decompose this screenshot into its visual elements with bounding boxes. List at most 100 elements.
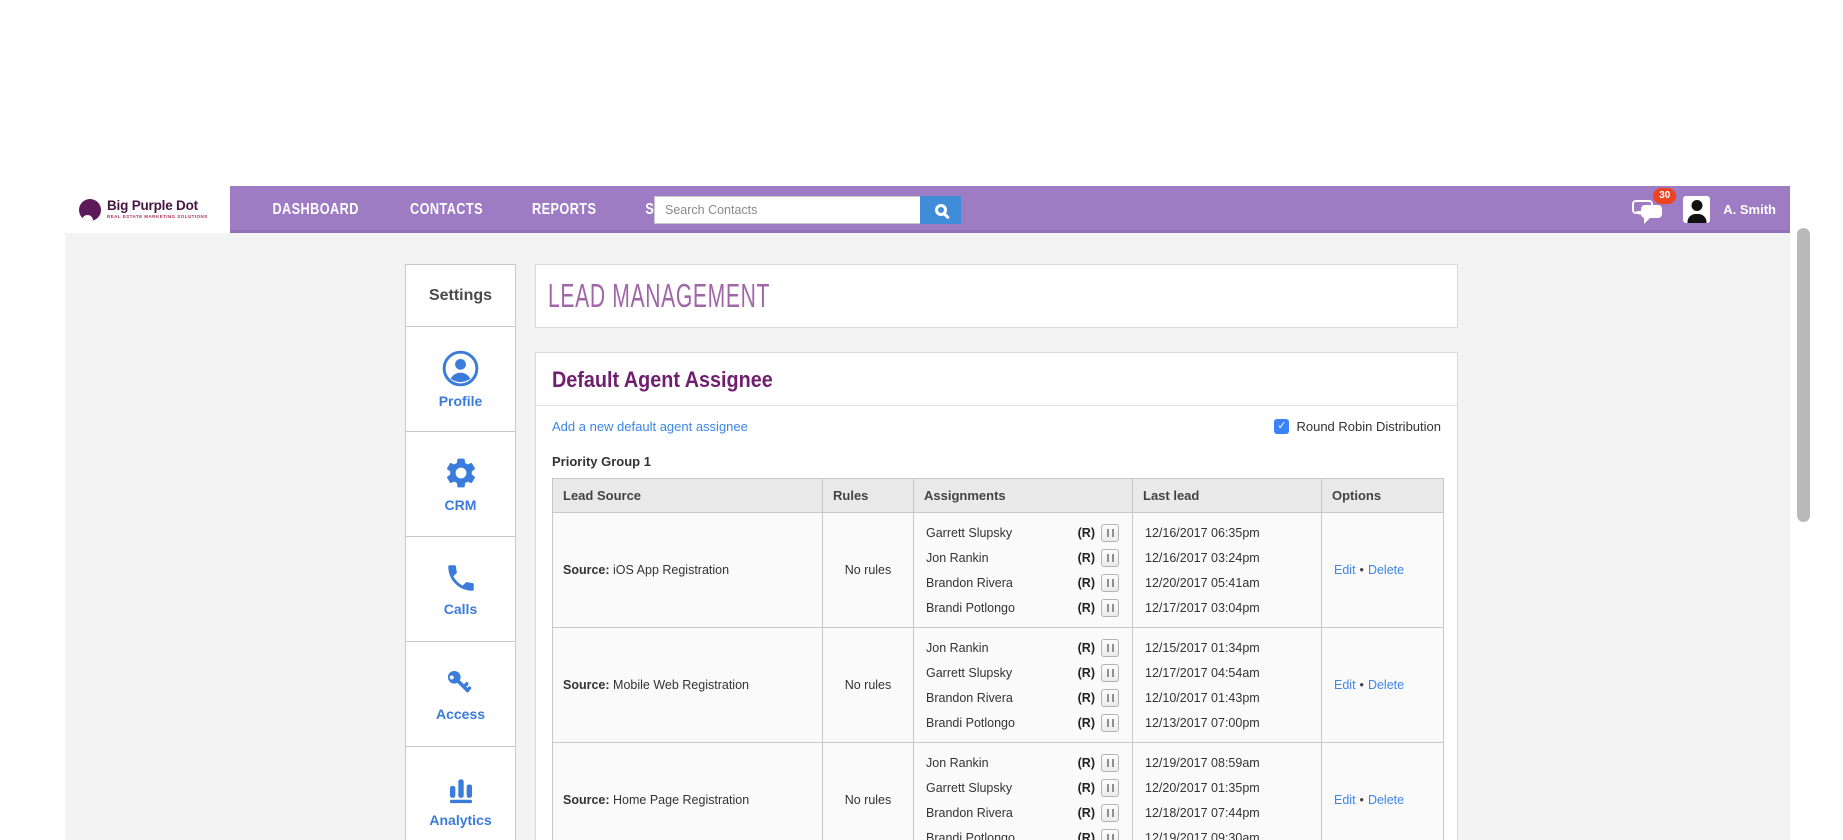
assignment-line: Garrett Slupsky (R) — [914, 520, 1132, 545]
settings-sidebar: Settings Profile CRM — [405, 264, 516, 840]
brand-logo[interactable]: Big Purple Dot REAL ESTATE MARKETING SOL… — [65, 186, 230, 233]
table-header-row: Lead Source Rules Assignments Last lead … — [553, 479, 1444, 513]
sidebar-item-crm[interactable]: CRM — [406, 432, 515, 537]
col-lead-source: Lead Source — [553, 479, 823, 513]
rules-cell: No rules — [823, 743, 914, 840]
app-window: Big Purple Dot REAL ESTATE MARKETING SOL… — [65, 186, 1790, 840]
sidebar-item-analytics[interactable]: Analytics — [406, 747, 515, 840]
pause-button[interactable] — [1101, 639, 1119, 657]
brand-dot-icon — [79, 199, 101, 221]
assignment-line: Jon Rankin (R) — [914, 635, 1132, 660]
source-cell: Source: iOS App Registration — [553, 513, 823, 628]
col-options: Options — [1322, 479, 1444, 513]
source-cell: Source: Mobile Web Registration — [553, 628, 823, 743]
pause-icon — [1107, 644, 1114, 652]
scrollbar-thumb[interactable] — [1797, 228, 1810, 522]
assignment-line: Brandon Rivera (R) — [914, 800, 1132, 825]
pause-icon — [1107, 834, 1114, 840]
nav-contacts[interactable]: CONTACTS — [385, 186, 508, 233]
assignment-line: Brandi Potlongo (R) — [914, 595, 1132, 620]
search-button[interactable] — [920, 196, 961, 224]
sidebar-item-calls[interactable]: Calls — [406, 537, 515, 642]
pause-icon — [1107, 809, 1114, 817]
round-robin-label: Round Robin Distribution — [1296, 419, 1441, 434]
pause-button[interactable] — [1101, 574, 1119, 592]
user-silhouette-icon — [1691, 200, 1702, 211]
assignment-line: Brandon Rivera (R) — [914, 570, 1132, 595]
pause-button[interactable] — [1101, 804, 1119, 822]
table-row: Source: Home Page Registration No rules … — [553, 743, 1444, 840]
user-name[interactable]: A. Smith — [1723, 202, 1776, 217]
delete-link[interactable]: Delete — [1368, 793, 1404, 807]
col-last-lead: Last lead — [1133, 479, 1322, 513]
pause-button[interactable] — [1101, 689, 1119, 707]
pause-button[interactable] — [1101, 599, 1119, 617]
edit-link[interactable]: Edit — [1334, 793, 1356, 807]
pause-button[interactable] — [1101, 549, 1119, 567]
sidebar-item-access[interactable]: Access — [406, 642, 515, 747]
brand-text: Big Purple Dot REAL ESTATE MARKETING SOL… — [107, 199, 208, 219]
assignment-line: Brandi Potlongo (R) — [914, 710, 1132, 735]
search-icon — [935, 204, 947, 216]
options-cell: Edit•Delete — [1322, 628, 1444, 743]
actions-row: Add a new default agent assignee Round R… — [552, 419, 1441, 434]
last-lead-cell: 12/19/2017 08:59am 12/20/2017 01:35pm 12… — [1133, 743, 1322, 840]
last-lead-cell: 12/16/2017 06:35pm 12/16/2017 03:24pm 12… — [1133, 513, 1322, 628]
assignment-line: Jon Rankin (R) — [914, 545, 1132, 570]
nav-dashboard[interactable]: DASHBOARD — [246, 186, 385, 233]
notification-badge: 30 — [1653, 188, 1676, 204]
nav-reports[interactable]: REPORTS — [508, 186, 620, 233]
pause-icon — [1107, 759, 1114, 767]
assignment-line: Brandi Potlongo (R) — [914, 825, 1132, 840]
assignment-line: Jon Rankin (R) — [914, 750, 1132, 775]
avatar[interactable] — [1683, 196, 1710, 223]
round-robin-checkbox[interactable] — [1274, 419, 1289, 434]
assignee-table: Lead Source Rules Assignments Last lead … — [552, 478, 1444, 840]
pause-icon — [1107, 604, 1114, 612]
sidebar-title: Settings — [406, 265, 515, 327]
priority-group-title: Priority Group 1 — [552, 454, 1441, 469]
brand-name: Big Purple Dot — [107, 199, 208, 213]
last-lead-cell: 12/15/2017 01:34pm 12/17/2017 04:54am 12… — [1133, 628, 1322, 743]
pause-icon — [1107, 669, 1114, 677]
assignments-cell: Jon Rankin (R) Garrett Slupsky (R) Brand… — [914, 743, 1133, 840]
source-cell: Source: Home Page Registration — [553, 743, 823, 840]
gear-icon — [443, 455, 479, 491]
pause-button[interactable] — [1101, 714, 1119, 732]
search-bar — [654, 196, 961, 224]
pause-icon — [1107, 694, 1114, 702]
notifications-button[interactable]: 30 — [1632, 195, 1670, 225]
delete-link[interactable]: Delete — [1368, 563, 1404, 577]
assignment-line: Garrett Slupsky (R) — [914, 660, 1132, 685]
sidebar-item-profile[interactable]: Profile — [406, 327, 515, 432]
brand-tagline: REAL ESTATE MARKETING SOLUTIONS — [107, 215, 208, 220]
pause-button[interactable] — [1101, 664, 1119, 682]
main-content: LEAD MANAGEMENT Default Agent Assignee A… — [535, 264, 1458, 840]
section-header: Default Agent Assignee — [536, 353, 1457, 406]
pause-icon — [1107, 579, 1114, 587]
phone-icon — [444, 561, 478, 595]
section-title: Default Agent Assignee — [552, 367, 773, 393]
assignment-line: Brandon Rivera (R) — [914, 685, 1132, 710]
assignment-line: Garrett Slupsky (R) — [914, 775, 1132, 800]
round-robin-control: Round Robin Distribution — [1274, 419, 1441, 434]
pause-icon — [1107, 529, 1114, 537]
col-assignments: Assignments — [914, 479, 1133, 513]
pause-icon — [1107, 554, 1114, 562]
search-input[interactable] — [654, 196, 920, 224]
add-assignee-link[interactable]: Add a new default agent assignee — [552, 419, 748, 434]
pause-button[interactable] — [1101, 524, 1119, 542]
options-cell: Edit•Delete — [1322, 743, 1444, 840]
person-icon — [442, 350, 479, 387]
default-agent-assignee-card: Default Agent Assignee Add a new default… — [535, 352, 1458, 840]
delete-link[interactable]: Delete — [1368, 678, 1404, 692]
edit-link[interactable]: Edit — [1334, 678, 1356, 692]
table-row: Source: Mobile Web Registration No rules… — [553, 628, 1444, 743]
edit-link[interactable]: Edit — [1334, 563, 1356, 577]
pause-button[interactable] — [1101, 779, 1119, 797]
pause-button[interactable] — [1101, 829, 1119, 840]
page: Big Purple Dot REAL ESTATE MARKETING SOL… — [0, 0, 1843, 840]
pause-button[interactable] — [1101, 754, 1119, 772]
page-title: LEAD MANAGEMENT — [548, 277, 770, 315]
bar-chart-icon — [444, 772, 478, 806]
